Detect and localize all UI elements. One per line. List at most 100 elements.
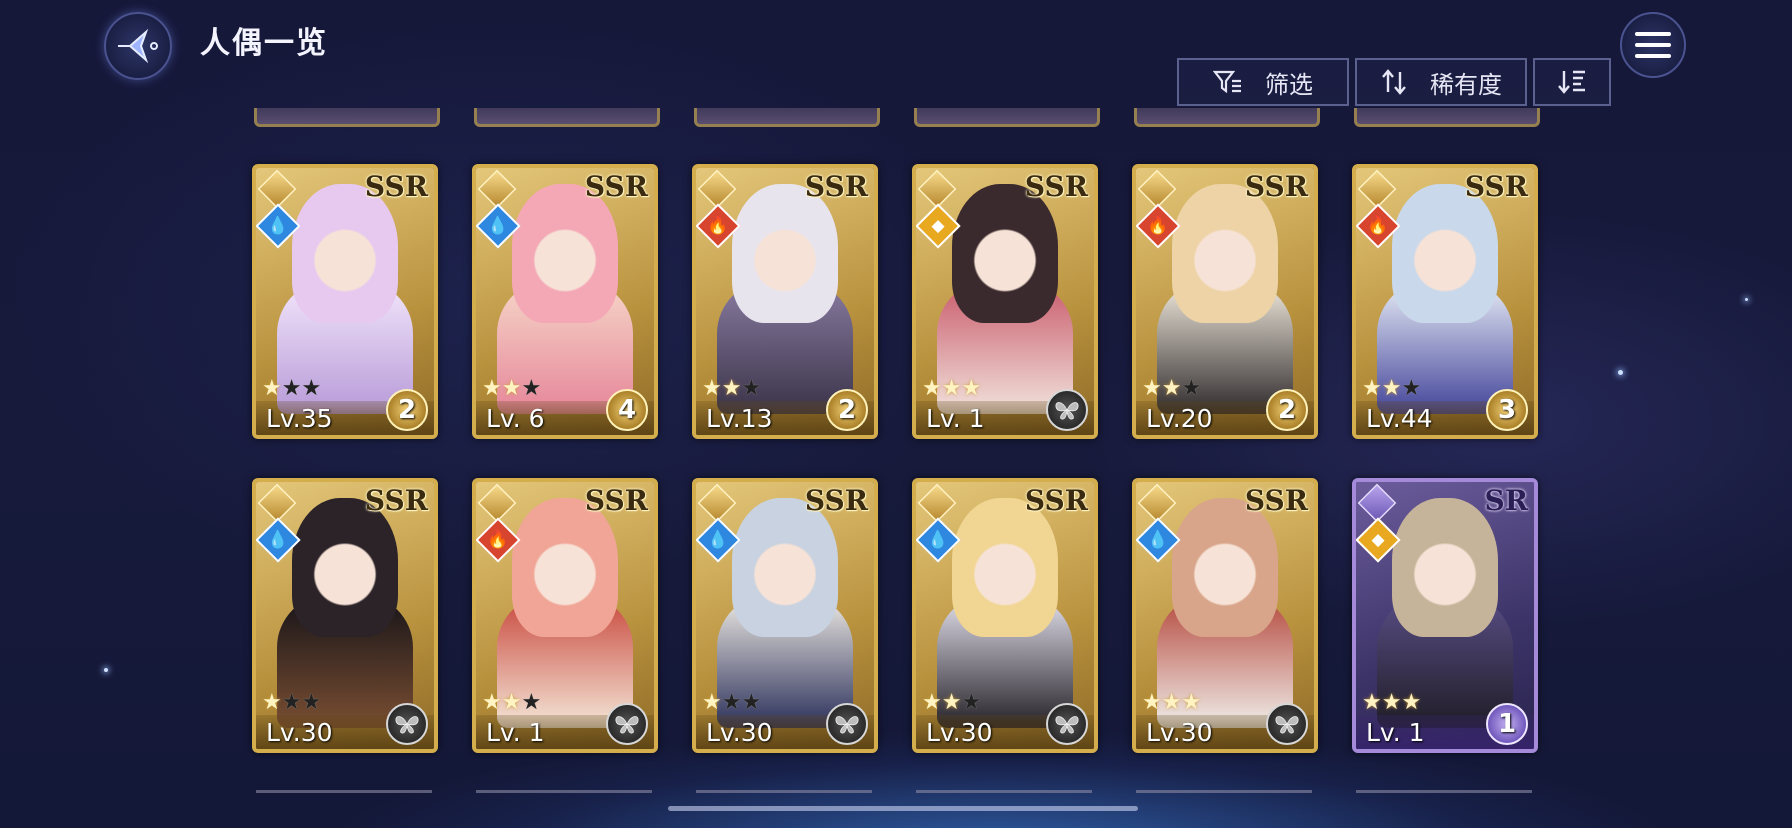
rating-star-icon: ★ [1142,376,1162,401]
doll-card[interactable]: SSR 🔥 ★★★ Lv.13 2 [692,164,878,439]
doll-card[interactable]: SSR ◆ ★★★ Lv. 1 [912,164,1098,439]
rarity-label: SR [1484,484,1529,517]
star-rating: ★★★ [482,376,541,401]
doll-card[interactable]: SSR 🔥 ★★★ Lv.20 2 [1132,164,1318,439]
rating-star-icon: ★ [941,376,962,401]
rating-star-icon: ★ [741,376,762,401]
butterfly-icon [615,716,639,734]
water-glyph-icon: 💧 [267,216,289,236]
card-partial-top [1134,108,1320,127]
butterfly-emblem-icon [1046,703,1088,745]
rating-star-icon: ★ [922,690,942,715]
doll-card[interactable]: SSR 💧 ★★★ Lv.35 2 [252,164,438,439]
sort-order-button[interactable] [1533,58,1611,106]
sort-label: 稀有度 [1430,70,1502,99]
rating-star-icon: ★ [702,690,722,715]
rating-star-icon: ★ [521,690,542,715]
rating-star-icon: ★ [1362,690,1382,715]
background-star [1745,298,1748,301]
rating-star-icon: ★ [961,376,982,401]
filter-icon [1213,70,1241,94]
level-label: Lv. 6 [486,404,545,433]
background-star [104,668,108,672]
rarity-label: SSR [364,484,428,517]
level-label: Lv. 1 [926,404,985,433]
rarity-label: SSR [1244,484,1308,517]
star-rating: ★★★ [922,376,981,401]
card-partial-bottom [476,790,652,803]
rating-star-icon: ★ [941,690,962,715]
doll-card[interactable]: SSR 💧 ★★★ Lv.30 [1132,478,1318,753]
rating-star-icon: ★ [1401,376,1422,401]
doll-card[interactable]: SSR 💧 ★★★ Lv.30 [912,478,1098,753]
butterfly-icon [1275,716,1299,734]
rating-star-icon: ★ [501,690,522,715]
butterfly-icon [1055,716,1079,734]
awaken-count-badge: 2 [386,389,428,431]
page-title: 人偶一览 [200,26,328,61]
doll-card[interactable]: SR ◆ ★★★ Lv. 1 1 [1352,478,1538,753]
rating-star-icon: ★ [702,376,722,401]
butterfly-emblem-icon [606,703,648,745]
water-glyph-icon: 💧 [927,530,949,550]
card-partial-top [474,108,660,127]
doll-card[interactable]: SSR 💧 ★★★ Lv.30 [252,478,438,753]
rating-star-icon: ★ [262,690,282,715]
card-partial-top [1354,108,1540,127]
rating-star-icon: ★ [1381,376,1402,401]
rating-star-icon: ★ [482,376,502,401]
doll-card[interactable]: SSR 🔥 ★★★ Lv. 1 [472,478,658,753]
rating-star-icon: ★ [281,690,302,715]
awaken-count: 4 [617,395,637,425]
rating-star-icon: ★ [521,376,542,401]
back-button[interactable] [104,12,172,80]
level-label: Lv. 1 [1366,718,1425,747]
rarity-label: SSR [584,484,648,517]
star-rating: ★★★ [922,690,981,715]
rarity-label: SSR [804,170,868,203]
doll-card[interactable]: SSR 🔥 ★★★ Lv.44 3 [1352,164,1538,439]
butterfly-icon [1055,402,1079,420]
menu-button[interactable] [1620,12,1686,78]
rarity-label: SSR [364,170,428,203]
rating-star-icon: ★ [301,376,322,401]
star-rating: ★★★ [262,376,321,401]
rating-star-icon: ★ [482,690,502,715]
rating-star-icon: ★ [1161,690,1182,715]
hamburger-menu-icon [1635,32,1671,58]
sort-rarity-button[interactable]: 稀有度 [1355,58,1527,106]
butterfly-emblem-icon [1046,389,1088,431]
star-rating: ★★★ [702,376,761,401]
awaken-count-badge: 2 [1266,389,1308,431]
awaken-count: 3 [1497,395,1517,425]
level-label: Lv.30 [266,718,333,747]
sort-arrows-icon [1382,69,1406,95]
awaken-count: 2 [837,395,857,425]
rating-star-icon: ★ [961,690,982,715]
level-label: Lv.30 [926,718,993,747]
rarity-label: SSR [1024,484,1088,517]
butterfly-emblem-icon [826,703,868,745]
level-label: Lv.20 [1146,404,1213,433]
rating-star-icon: ★ [1362,376,1382,401]
background-star [1618,370,1623,375]
filter-button[interactable]: 筛选 [1177,58,1349,106]
home-indicator[interactable] [668,806,1138,811]
water-glyph-icon: 💧 [707,530,729,550]
star-rating: ★★★ [482,690,541,715]
awaken-count-badge: 1 [1486,703,1528,745]
star-rating: ★★★ [1362,690,1421,715]
rarity-label: SSR [1244,170,1308,203]
level-label: Lv.35 [266,404,333,433]
water-glyph-icon: 💧 [487,216,509,236]
rating-star-icon: ★ [721,690,742,715]
water-glyph-icon: 💧 [1147,530,1169,550]
doll-card[interactable]: SSR 💧 ★★★ Lv. 6 4 [472,164,658,439]
card-partial-top [914,108,1100,127]
awaken-count-badge: 2 [826,389,868,431]
butterfly-icon [835,716,859,734]
level-label: Lv.30 [1146,718,1213,747]
rating-star-icon: ★ [262,376,282,401]
doll-card[interactable]: SSR 💧 ★★★ Lv.30 [692,478,878,753]
card-partial-bottom [1136,790,1312,803]
